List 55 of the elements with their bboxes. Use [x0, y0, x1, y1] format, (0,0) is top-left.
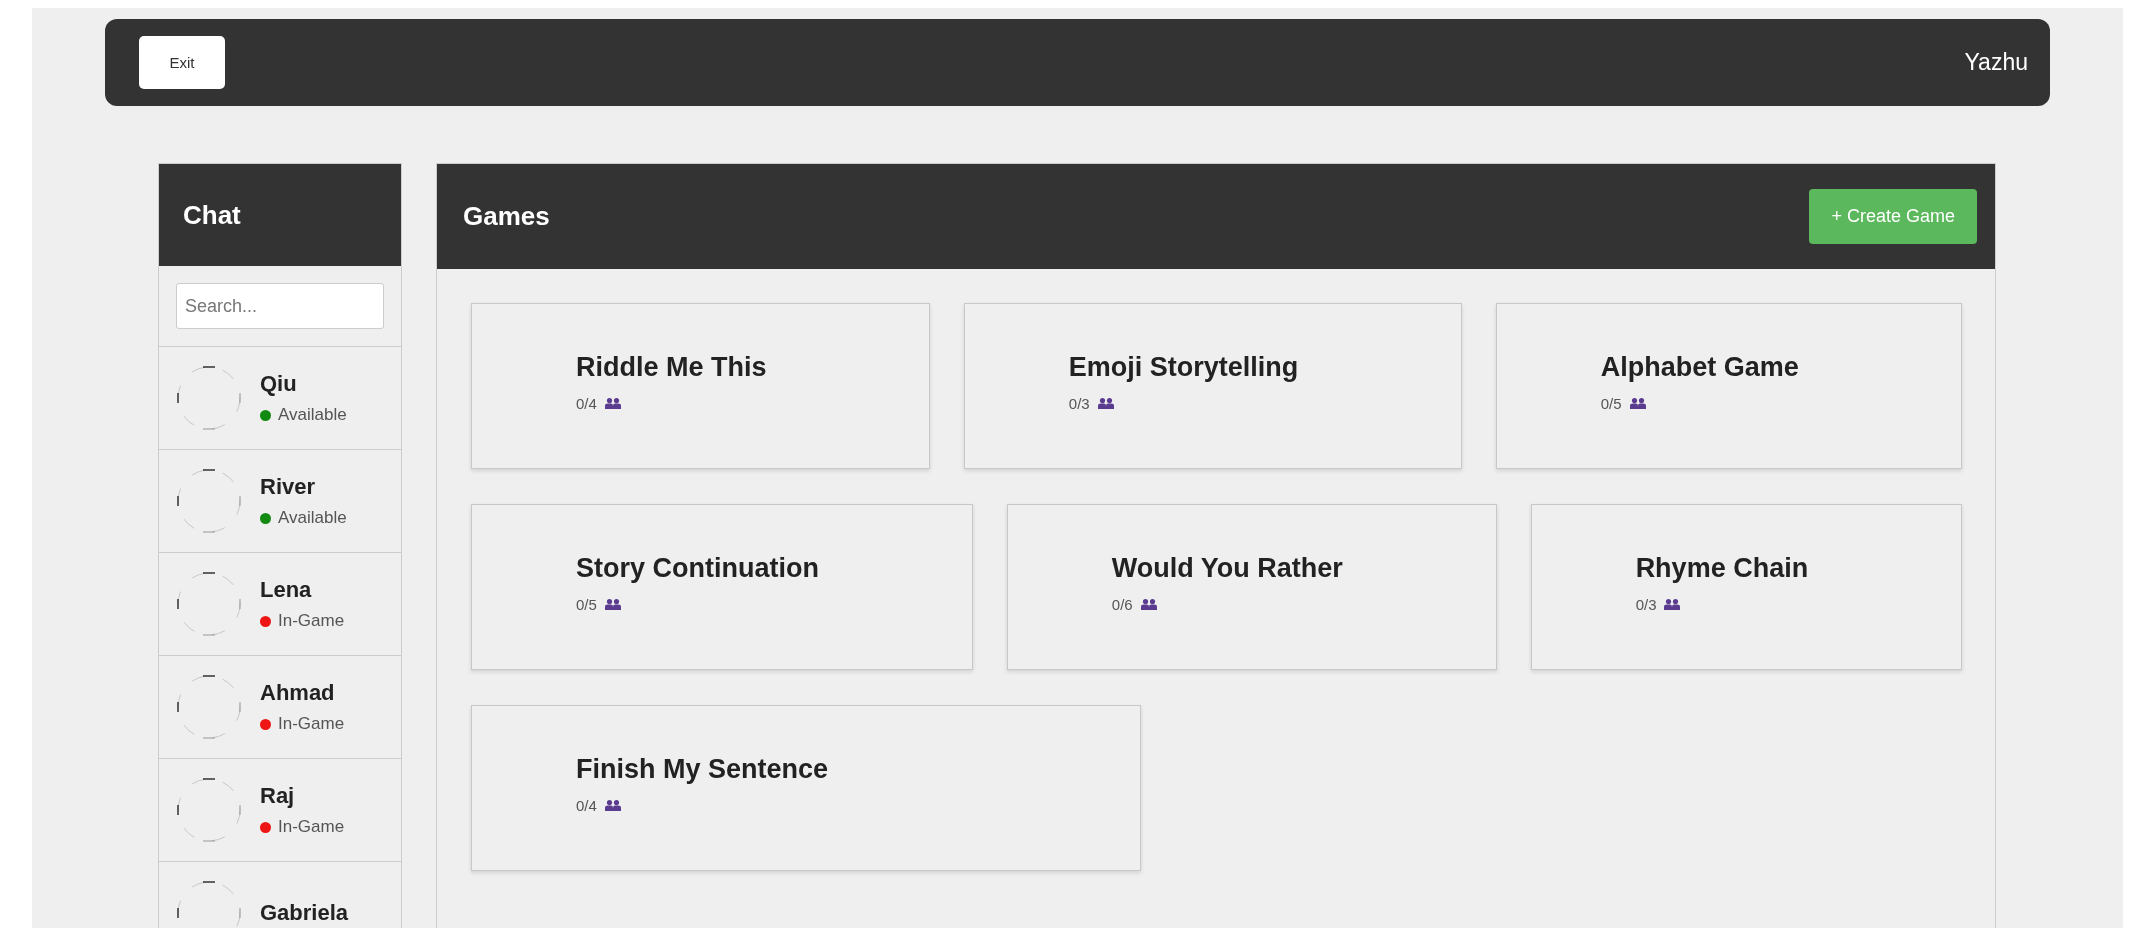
- avatar-icon: [176, 365, 242, 431]
- game-title: Story Continuation: [576, 553, 819, 584]
- user-name: River: [260, 474, 317, 500]
- game-card[interactable]: Emoji Storytelling 0/3: [963, 303, 1462, 469]
- people-icon: [1629, 398, 1646, 409]
- people-icon: [604, 599, 621, 610]
- player-count: 0/4: [576, 797, 597, 814]
- people-icon: [604, 800, 621, 811]
- game-title: Riddle Me This: [576, 352, 767, 383]
- avatar-icon: [176, 777, 242, 843]
- game-card[interactable]: Would You Rather 0/6: [1006, 504, 1497, 670]
- chat-title: Chat: [183, 199, 241, 231]
- game-title: Finish My Sentence: [576, 754, 829, 785]
- user-item[interactable]: Gabriela: [159, 862, 401, 928]
- avatar-icon: [176, 468, 242, 534]
- people-icon: [604, 398, 621, 409]
- player-count: 0/3: [1635, 596, 1657, 613]
- game-card[interactable]: Finish My Sentence 0/4: [471, 705, 1141, 871]
- user-name: Ahmad: [260, 680, 336, 706]
- user-item[interactable]: Ahmad In-Game: [159, 656, 401, 759]
- game-title: Rhyme Chain: [1635, 553, 1809, 584]
- games-title: Games: [463, 201, 550, 232]
- status-label: Available: [278, 405, 347, 425]
- user-name: Raj: [260, 783, 296, 809]
- player-count: 0/5: [576, 596, 597, 613]
- exit-button[interactable]: Exit: [139, 36, 225, 89]
- game-card[interactable]: Riddle Me This 0/4: [471, 303, 930, 469]
- game-card[interactable]: Rhyme Chain 0/3: [1530, 504, 1962, 670]
- search-field[interactable]: Search...: [176, 283, 384, 329]
- user-name: Lena: [260, 577, 313, 603]
- avatar-icon: [176, 674, 242, 740]
- status-label: In-Game: [278, 611, 345, 631]
- game-title: Alphabet Game: [1600, 352, 1799, 383]
- people-icon: [1140, 599, 1157, 610]
- status-label: In-Game: [278, 714, 345, 734]
- user-item[interactable]: Qiu Available: [159, 347, 401, 450]
- game-card[interactable]: Alphabet Game 0/5: [1495, 303, 1962, 469]
- player-count: 0/3: [1068, 395, 1090, 412]
- game-title: Emoji Storytelling: [1068, 352, 1299, 383]
- player-count: 0/6: [1111, 596, 1133, 613]
- username: Yazhu: [1964, 49, 2028, 76]
- user-name: Gabriela: [260, 900, 349, 926]
- user-item[interactable]: River Available: [159, 450, 401, 553]
- status-label: Available: [278, 508, 347, 528]
- game-card[interactable]: Story Continuation 0/5: [471, 504, 973, 670]
- people-icon: [1097, 398, 1114, 409]
- user-item[interactable]: Raj In-Game: [159, 759, 401, 862]
- user-name: Qiu: [260, 371, 298, 397]
- people-icon: [1664, 599, 1681, 610]
- user-item[interactable]: Lena In-Game: [159, 553, 401, 656]
- status-label: In-Game: [278, 817, 345, 837]
- avatar-icon: [176, 571, 242, 637]
- game-title: Would You Rather: [1111, 553, 1343, 584]
- player-count: 0/4: [576, 395, 597, 412]
- player-count: 0/5: [1600, 395, 1622, 412]
